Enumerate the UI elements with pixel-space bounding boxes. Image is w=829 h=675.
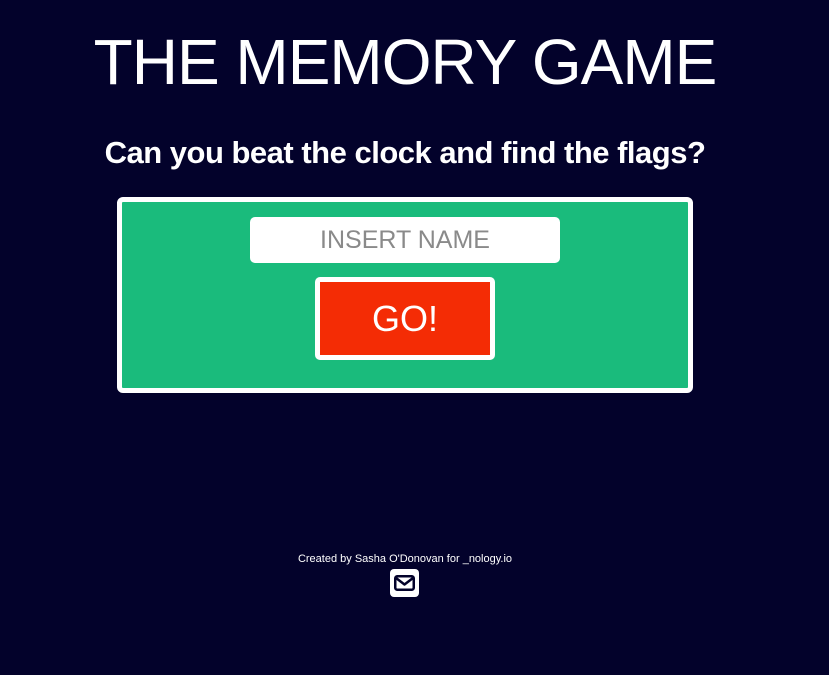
go-button[interactable]: GO! (315, 277, 495, 360)
page-title: THE MEMORY GAME (93, 26, 718, 98)
name-input[interactable] (250, 217, 560, 263)
page-subtitle: Can you beat the clock and find the flag… (104, 135, 706, 170)
start-panel: GO! (117, 197, 693, 393)
envelope-icon (394, 575, 415, 591)
email-link[interactable] (390, 569, 419, 597)
footer-credit: Created by Sasha O'Donovan for _nology.i… (297, 553, 513, 565)
